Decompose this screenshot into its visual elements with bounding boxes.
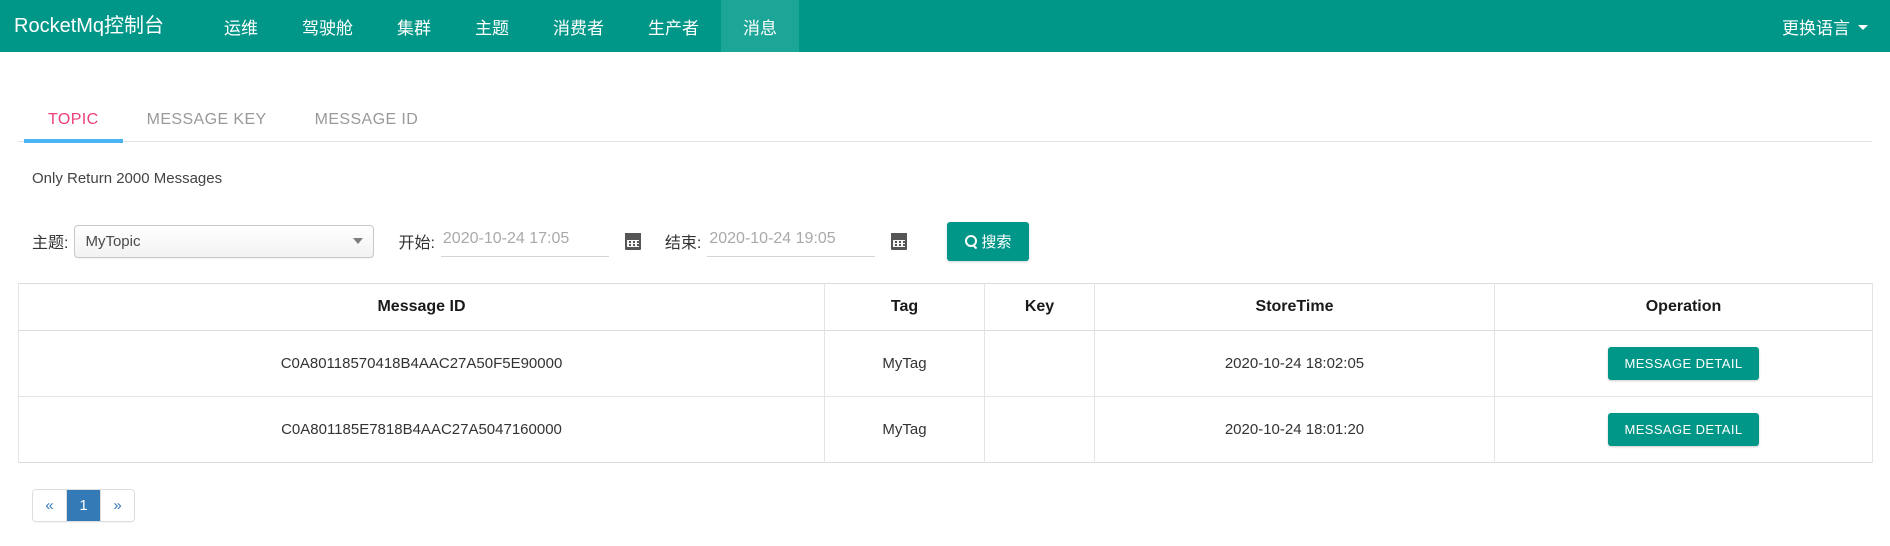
pagination-prev-link[interactable]: « [33,490,66,521]
column-header-tag: Tag [824,283,985,331]
column-header-message-id: Message ID [18,283,825,331]
end-time-label: 结束: [664,235,702,252]
language-switcher-label: 更换语言 [1782,18,1850,38]
topic-label: 主题: [32,235,69,252]
message-table: Message ID Tag Key StoreTime Operation C… [18,283,1873,463]
begin-time-label: 开始: [398,235,435,252]
pagination-prev-item[interactable]: « [33,490,67,521]
cell-operation: MESSAGE DETAIL [1494,396,1873,463]
cell-key [984,330,1095,397]
cell-store-time: 2020-10-24 18:02:05 [1094,330,1495,397]
app-brand[interactable]: RocketMq控制台 [0,0,178,52]
nav-item-message[interactable]: 消息 [721,0,800,52]
nav-item-cluster[interactable]: 集群 [375,0,453,52]
nav-item-consumer[interactable]: 消费者 [531,0,626,52]
column-header-operation: Operation [1494,283,1873,331]
column-header-storetime: StoreTime [1094,283,1495,331]
cell-tag: MyTag [824,396,985,463]
nav-item-dashboard[interactable]: 驾驶舱 [280,0,375,52]
end-time-group: 结束: [664,225,908,257]
begin-time-input[interactable] [440,225,609,257]
message-detail-button[interactable]: MESSAGE DETAIL [1608,347,1759,380]
table-row: C0A80118570418B4AAC27A50F5E90000 MyTag 2… [18,330,1873,397]
cell-key [984,396,1095,463]
topic-select-value: MyTopic [85,232,141,250]
query-mode-tabs: TOPIC MESSAGE KEY MESSAGE ID [18,90,1872,143]
pagination-next-link[interactable]: » [101,490,134,521]
tab-message-key[interactable]: MESSAGE KEY [123,111,291,141]
navbar-right: 更换语言 [1782,0,1890,52]
chevron-down-icon [1858,25,1868,30]
cell-message-id: C0A801185E7818B4AAC27A5047160000 [18,396,825,463]
nav-item-topic[interactable]: 主题 [453,0,531,52]
search-button-label: 搜索 [981,233,1012,251]
main-nav: 运维 驾驶舱 集群 主题 消费者 生产者 消息 [202,0,800,52]
cell-operation: MESSAGE DETAIL [1494,330,1873,397]
message-table-wrapper: Message ID Tag Key StoreTime Operation C… [18,283,1873,463]
nav-item-producer[interactable]: 生产者 [626,0,721,52]
calendar-icon[interactable] [891,232,908,250]
cell-tag: MyTag [824,330,985,397]
tab-message-id[interactable]: MESSAGE ID [291,111,443,141]
nav-item-ops[interactable]: 运维 [202,0,280,52]
begin-time-group: 开始: [398,225,641,257]
tab-topic[interactable]: TOPIC [24,111,123,143]
message-table-head: Message ID Tag Key StoreTime Operation [18,283,1873,331]
table-row: C0A801185E7818B4AAC27A5047160000 MyTag 2… [18,396,1873,463]
cell-message-id: C0A80118570418B4AAC27A50F5E90000 [18,330,825,397]
pagination-page-item[interactable]: 1 [67,490,101,521]
pagination-next-item[interactable]: » [101,490,134,521]
pagination-wrapper: « 1 » [18,489,1872,546]
message-table-body: C0A80118570418B4AAC27A50F5E90000 MyTag 2… [18,330,1873,463]
message-detail-button[interactable]: MESSAGE DETAIL [1608,413,1759,446]
page-content: TOPIC MESSAGE KEY MESSAGE ID Only Return… [0,90,1890,546]
calendar-icon[interactable] [624,232,641,250]
pagination: « 1 » [32,489,135,522]
top-navbar: RocketMq控制台 运维 驾驶舱 集群 主题 消费者 生产者 消息 更换语言 [0,0,1890,52]
pagination-page-link-1[interactable]: 1 [67,490,100,521]
search-icon [965,234,978,248]
result-limit-notice: Only Return 2000 Messages [32,170,223,187]
column-header-key: Key [984,283,1095,331]
end-time-input[interactable] [707,225,876,257]
topic-select[interactable]: MyTopic [74,224,375,258]
table-header-row: Message ID Tag Key StoreTime Operation [18,283,1873,331]
search-form: 主题: MyTopic 开始: 结束: 搜索 [18,219,1872,263]
chevron-down-icon [353,238,364,244]
cell-store-time: 2020-10-24 18:01:20 [1094,396,1495,463]
language-switcher[interactable]: 更换语言 [1782,14,1868,39]
search-button[interactable]: 搜索 [947,221,1030,261]
